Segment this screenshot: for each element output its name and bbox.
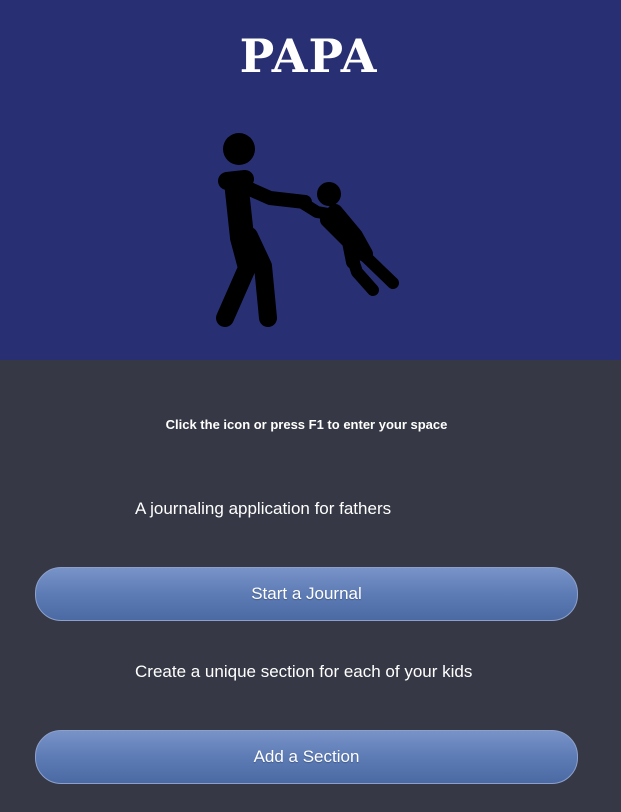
- add-section-button[interactable]: Add a Section: [35, 730, 578, 784]
- enter-space-hint: Click the icon or press F1 to enter your…: [165, 417, 448, 432]
- journal-description: A journaling application for fathers: [135, 499, 392, 518]
- father-swinging-child-icon[interactable]: [205, 128, 405, 330]
- start-journal-button[interactable]: Start a Journal: [35, 567, 578, 621]
- section-description: Create a unique section for each of your…: [135, 662, 473, 681]
- header-banner: PAPA: [0, 0, 621, 360]
- app-title: PAPA: [239, 29, 378, 83]
